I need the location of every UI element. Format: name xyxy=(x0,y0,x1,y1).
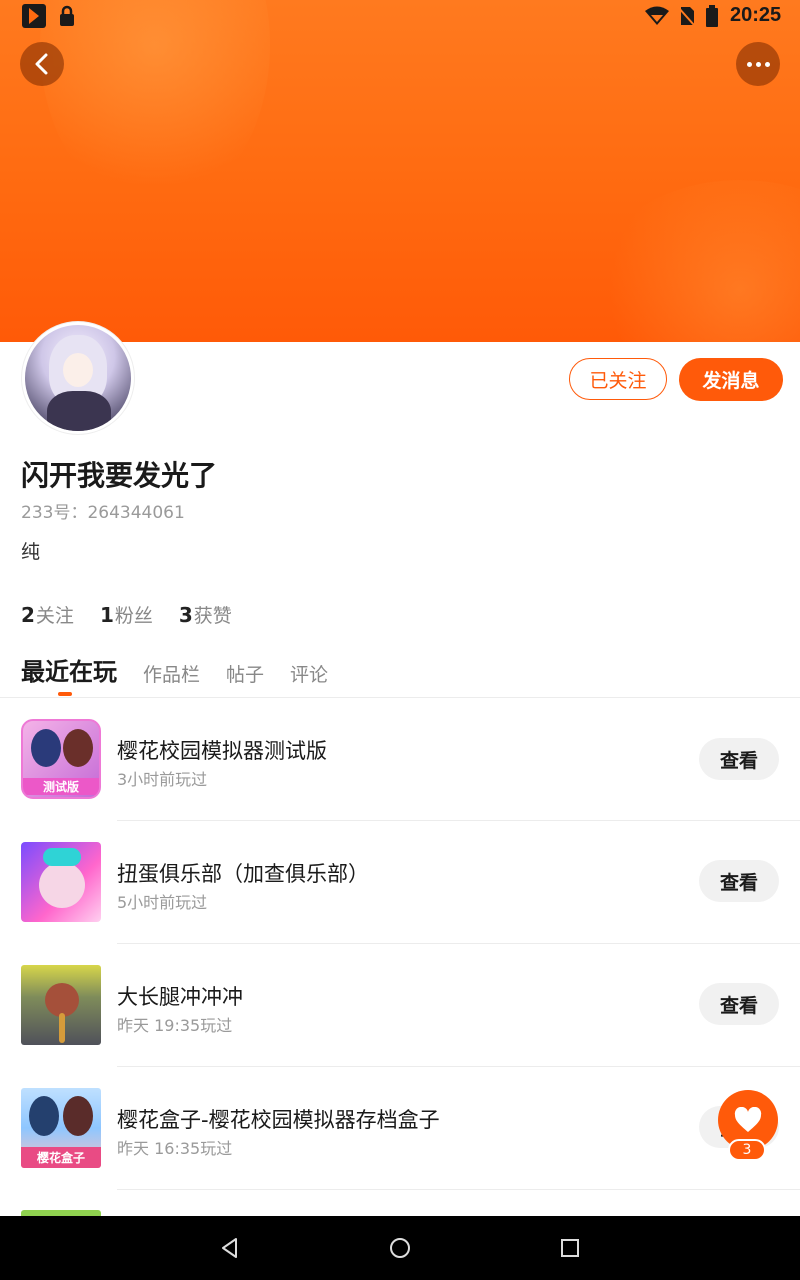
active-tab-indicator xyxy=(58,692,72,696)
nav-home-icon[interactable] xyxy=(388,1236,412,1260)
avatar-image xyxy=(25,325,131,431)
tab-comments[interactable]: 评论 xyxy=(290,660,328,687)
tab-posts[interactable]: 帖子 xyxy=(226,660,264,687)
list-item[interactable]: 测试版 樱花校园模拟器测试版 3小时前玩过 查看 xyxy=(0,698,800,821)
stat-likes[interactable]: 3获赞 xyxy=(179,601,232,628)
tab-works[interactable]: 作品栏 xyxy=(143,660,200,687)
avatar[interactable] xyxy=(22,322,134,434)
game-icon: 测试版 xyxy=(21,719,101,799)
game-title: 扭蛋俱乐部（加查俱乐部） xyxy=(117,862,369,886)
stat-following[interactable]: 2关注 xyxy=(21,601,74,628)
banner-decoration xyxy=(590,180,800,342)
username: 闪开我要发光了 xyxy=(21,459,218,492)
heart-icon xyxy=(734,1107,762,1132)
send-message-button[interactable]: 发消息 xyxy=(679,358,783,401)
followed-button[interactable]: 已关注 xyxy=(569,358,667,400)
chevron-left-icon xyxy=(35,53,48,75)
app-notification-icon xyxy=(22,4,46,28)
tab-recently-played[interactable]: 最近在玩 xyxy=(21,652,117,687)
lock-icon xyxy=(60,5,74,26)
game-title: 大长腿冲冲冲 xyxy=(117,985,243,1009)
view-button[interactable]: 查看 xyxy=(699,738,779,780)
user-id: 233号：264344061 xyxy=(21,503,185,523)
game-icon xyxy=(21,842,101,922)
status-bar: 20:25 xyxy=(0,0,800,32)
game-played-time: 昨天 19:35玩过 xyxy=(117,1016,233,1035)
no-sim-icon xyxy=(677,6,695,26)
divider xyxy=(117,1189,800,1190)
game-icon-badge: 测试版 xyxy=(23,778,99,795)
game-played-time: 3小时前玩过 xyxy=(117,770,208,789)
more-icon xyxy=(746,61,770,67)
game-icon xyxy=(21,965,101,1045)
nav-recents-icon[interactable] xyxy=(558,1236,582,1260)
stat-fans[interactable]: 1粉丝 xyxy=(100,601,153,628)
game-played-time: 昨天 16:35玩过 xyxy=(117,1139,233,1158)
list-item[interactable]: 扭蛋俱乐部（加查俱乐部） 5小时前玩过 查看 xyxy=(0,821,800,944)
game-title: 樱花盒子-樱花校园模拟器存档盒子 xyxy=(117,1108,440,1132)
wifi-icon xyxy=(645,6,669,25)
back-button[interactable] xyxy=(20,42,64,86)
list-item[interactable]: 樱花盒子 樱花盒子-樱花校园模拟器存档盒子 昨天 16:35玩过 查看 xyxy=(0,1067,800,1190)
battery-icon xyxy=(706,5,718,27)
game-title: 樱花校园模拟器测试版 xyxy=(117,739,327,763)
game-icon: 樱花盒子 xyxy=(21,1088,101,1168)
view-button[interactable]: 查看 xyxy=(699,983,779,1025)
more-options-button[interactable] xyxy=(736,42,780,86)
navigation-bar xyxy=(0,1216,800,1280)
profile-tabs: 最近在玩 作品栏 帖子 评论 xyxy=(21,652,354,687)
list-item[interactable]: 大长腿冲冲冲 昨天 19:35玩过 查看 xyxy=(0,944,800,1067)
game-icon-badge: 樱花盒子 xyxy=(21,1147,101,1168)
game-played-time: 5小时前玩过 xyxy=(117,893,208,912)
status-time: 20:25 xyxy=(730,4,782,26)
nav-back-icon[interactable] xyxy=(218,1236,242,1260)
profile-stats: 2关注 1粉丝 3获赞 xyxy=(21,601,232,628)
like-count-badge: 3 xyxy=(728,1139,766,1161)
profile-banner xyxy=(0,0,800,342)
view-button[interactable]: 查看 xyxy=(699,860,779,902)
user-bio: 纯 xyxy=(21,541,41,563)
